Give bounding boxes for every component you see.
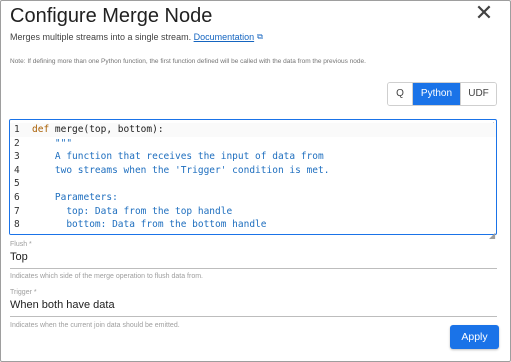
flush-help-text: Indicates which side of the merge operat… — [10, 273, 203, 280]
code-text: Parameters: — [32, 192, 118, 203]
line-number: 4 — [14, 164, 20, 176]
line-number: 5 — [14, 178, 20, 190]
line-number: 3 — [14, 151, 20, 163]
code-line[interactable]: 6 Parameters: — [10, 191, 496, 205]
code-line[interactable]: 1 def merge(top, bottom): — [10, 123, 496, 137]
line-number: 2 — [14, 137, 20, 149]
line-number: 6 — [14, 192, 20, 203]
code-line[interactable]: 2 """ — [10, 137, 496, 151]
code-text: def merge(top, bottom): — [32, 124, 164, 135]
toggle-python[interactable]: Python — [412, 83, 460, 105]
flush-select[interactable]: Top — [10, 249, 497, 269]
code-line[interactable]: 8 bottom: Data from the bottom handle — [10, 218, 496, 232]
close-icon[interactable]: ✕ — [473, 3, 495, 26]
apply-button[interactable]: Apply — [450, 325, 499, 349]
python-function-note: Note: If defining more than one Python f… — [10, 58, 366, 65]
trigger-label: Trigger * — [10, 289, 37, 296]
flush-label: Flush * — [10, 241, 32, 248]
external-link-icon[interactable]: ⧉ — [257, 31, 263, 43]
dialog-title: Configure Merge Node — [10, 5, 213, 27]
toggle-udf[interactable]: UDF — [460, 83, 496, 105]
line-number: 7 — [14, 205, 20, 217]
code-text: two streams when the 'Trigger' condition… — [32, 164, 330, 176]
code-text: """ — [32, 137, 73, 149]
line-number: 1 — [14, 124, 20, 135]
language-toggle-group: Q Python UDF — [387, 82, 497, 106]
trigger-select[interactable]: When both have data — [10, 297, 497, 317]
code-editor[interactable]: 1 def merge(top, bottom): 2 """ 3 A functio… — [9, 119, 497, 235]
documentation-link[interactable]: Documentation — [194, 32, 255, 42]
code-text: top: Data from the top handle — [32, 205, 233, 217]
trigger-help-text: Indicates when the current join data sho… — [10, 322, 180, 329]
code-line[interactable]: 4 two streams when the 'Trigger' conditi… — [10, 164, 496, 178]
code-text: bottom: Data from the bottom handle — [32, 219, 267, 231]
resize-handle-icon[interactable]: ◢ — [489, 231, 495, 240]
code-line[interactable]: 7 top: Data from the top handle — [10, 205, 496, 219]
description-text: Merges multiple streams into a single st… — [10, 32, 192, 42]
code-line[interactable]: 5 — [10, 177, 496, 191]
line-number: 8 — [14, 219, 20, 231]
dialog-description: Merges multiple streams into a single st… — [10, 31, 263, 43]
code-line[interactable]: 3 A function that receives the input of … — [10, 150, 496, 164]
configure-merge-node-dialog: Configure Merge Node ✕ Merges multiple s… — [0, 0, 511, 362]
toggle-q[interactable]: Q — [388, 83, 412, 105]
code-text: A function that receives the input of da… — [32, 151, 324, 163]
